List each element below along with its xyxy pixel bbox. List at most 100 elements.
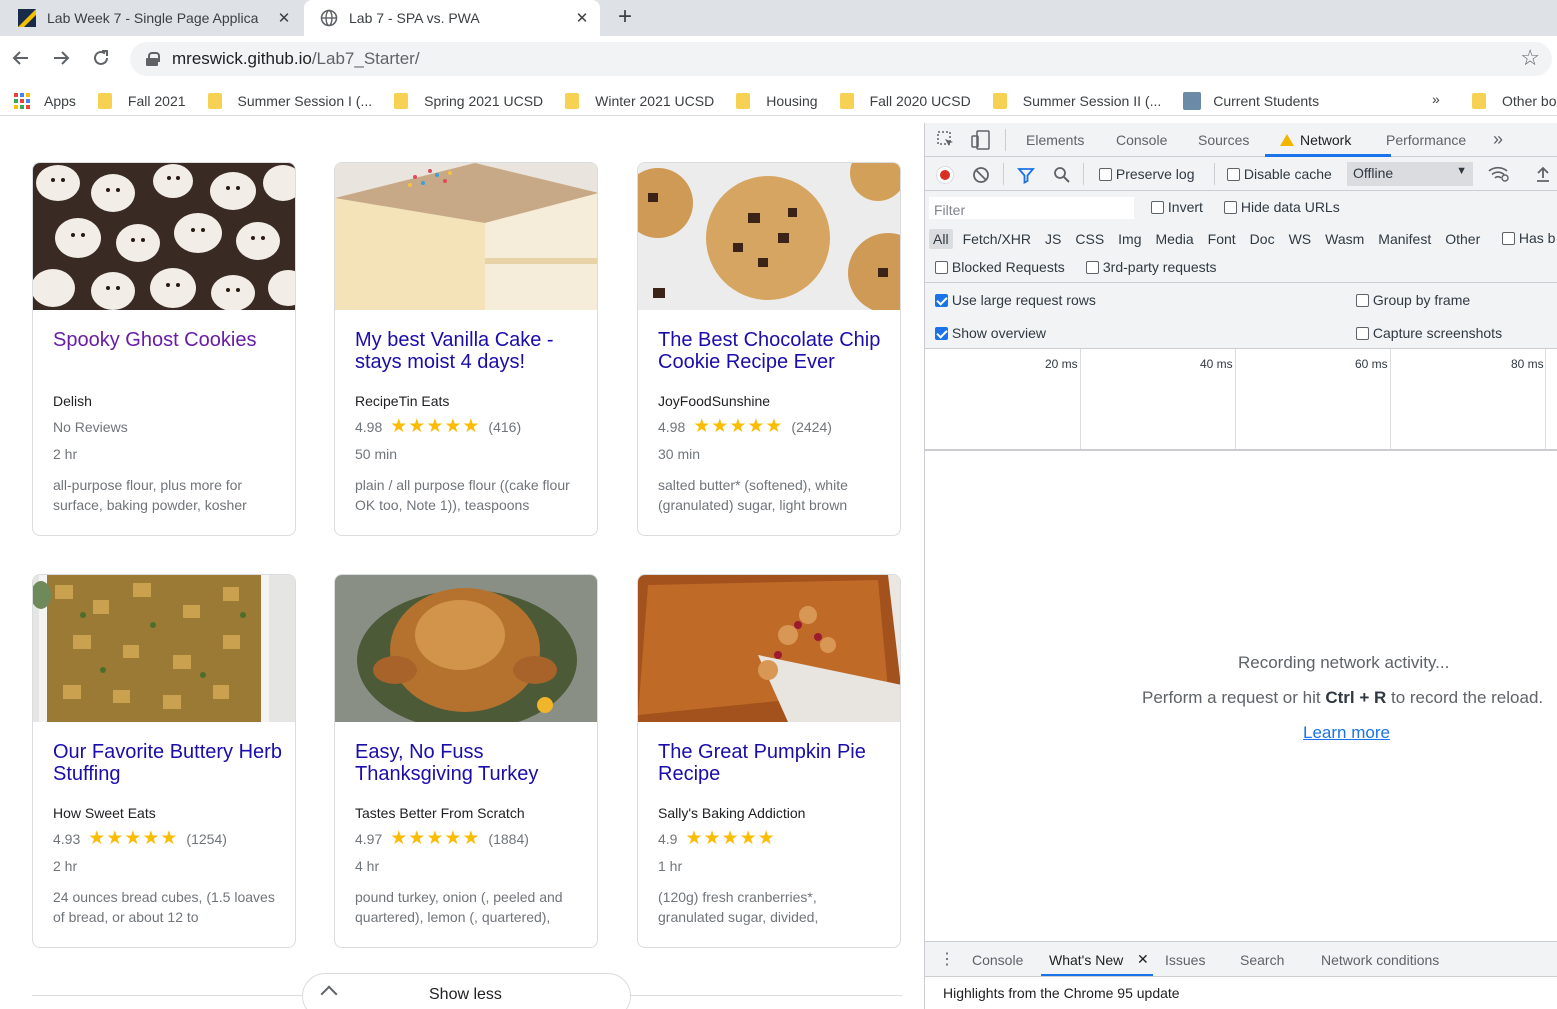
bookmark-label: Other bo bbox=[1502, 93, 1557, 109]
clear-icon[interactable] bbox=[972, 166, 990, 184]
type-filter-fetch-xhr[interactable]: Fetch/XHR bbox=[963, 231, 1031, 247]
recipe-ingredients: 24 ounces bread cubes, (1.5 loaves of br… bbox=[53, 889, 275, 925]
tab-elements[interactable]: Elements bbox=[1026, 132, 1084, 148]
learn-more-link[interactable]: Learn more bbox=[1303, 723, 1390, 743]
browser-tab-lab-7[interactable]: Lab 7 - SPA vs. PWA ✕ bbox=[304, 0, 600, 36]
show-less-button[interactable]: Show less bbox=[302, 973, 631, 1009]
disable-cache-checkbox[interactable]: Disable cache bbox=[1227, 166, 1332, 182]
type-filter-img[interactable]: Img bbox=[1118, 231, 1141, 247]
recipe-time: 4 hr bbox=[355, 858, 380, 874]
filter-funnel-icon[interactable] bbox=[1017, 166, 1035, 184]
more-tabs-icon[interactable]: » bbox=[1493, 129, 1503, 150]
bookmark-apps[interactable]: Apps bbox=[14, 92, 76, 109]
type-filter-js[interactable]: JS bbox=[1045, 231, 1061, 247]
preserve-log-checkbox[interactable]: Preserve log bbox=[1099, 166, 1194, 182]
network-conditions-icon[interactable] bbox=[1488, 165, 1510, 183]
type-filter-manifest[interactable]: Manifest bbox=[1378, 231, 1431, 247]
bookmark-housing[interactable]: Housing bbox=[736, 92, 818, 109]
recipe-card[interactable]: The Great Pumpkin Pie Recipe Sally's Bak… bbox=[637, 574, 901, 948]
type-filter-all[interactable]: All bbox=[929, 229, 953, 249]
recipe-card[interactable]: The Best Chocolate Chip Cookie Recipe Ev… bbox=[637, 162, 901, 536]
search-icon[interactable] bbox=[1053, 166, 1071, 184]
filter-input[interactable]: Filter bbox=[929, 197, 1134, 219]
type-filter-doc[interactable]: Doc bbox=[1250, 231, 1275, 247]
bookmark-other[interactable]: Other bo bbox=[1472, 93, 1556, 109]
large-rows-checkbox[interactable]: Use large request rows bbox=[935, 292, 1096, 308]
network-settings: Use large request rows Show overview Gro… bbox=[925, 283, 1557, 349]
has-blocked-cookies-checkbox[interactable]: Has b bbox=[1502, 230, 1555, 246]
tab-console[interactable]: Console bbox=[1116, 132, 1167, 148]
forward-arrow-icon[interactable] bbox=[50, 47, 72, 75]
folder-icon bbox=[565, 92, 580, 109]
divider bbox=[1083, 163, 1084, 185]
drawer-tab-search[interactable]: Search bbox=[1240, 952, 1284, 968]
network-overview[interactable]: 20 ms 40 ms 60 ms 80 ms bbox=[925, 349, 1557, 451]
hide-data-urls-checkbox[interactable]: Hide data URLs bbox=[1224, 199, 1340, 215]
lock-icon[interactable] bbox=[146, 52, 160, 66]
bookmark-fall-2021[interactable]: Fall 2021 bbox=[97, 92, 186, 109]
url-host: mreswick.github.io bbox=[172, 49, 312, 68]
type-filter-font[interactable]: Font bbox=[1208, 231, 1236, 247]
third-party-checkbox[interactable]: 3rd-party requests bbox=[1086, 259, 1217, 275]
bookmark-spring-2021[interactable]: Spring 2021 UCSD bbox=[394, 92, 543, 109]
inspect-element-icon[interactable] bbox=[937, 131, 955, 149]
bookmark-winter-2021[interactable]: Winter 2021 UCSD bbox=[565, 92, 714, 109]
recipe-title[interactable]: The Best Chocolate Chip Cookie Recipe Ev… bbox=[658, 329, 888, 373]
recipe-card[interactable]: Spooky Ghost Cookies Delish No Reviews 2… bbox=[32, 162, 296, 536]
recipe-title[interactable]: The Great Pumpkin Pie Recipe bbox=[658, 741, 888, 785]
back-arrow-icon[interactable] bbox=[10, 47, 32, 75]
invert-checkbox[interactable]: Invert bbox=[1151, 199, 1203, 215]
device-toolbar-icon[interactable] bbox=[971, 130, 991, 150]
address-bar[interactable]: mreswick.github.io/Lab7_Starter/ ☆ bbox=[130, 42, 1552, 76]
import-har-icon[interactable] bbox=[1535, 166, 1551, 182]
bookmarks-overflow-icon[interactable]: » bbox=[1432, 91, 1440, 107]
checkbox-box bbox=[1099, 168, 1112, 181]
drawer-tab-issues[interactable]: Issues bbox=[1165, 952, 1205, 968]
type-filter-css[interactable]: CSS bbox=[1075, 231, 1104, 247]
blocked-requests-checkbox[interactable]: Blocked Requests bbox=[935, 259, 1065, 275]
bookmark-label: Housing bbox=[766, 92, 818, 109]
browser-tab-title: Lab 7 - SPA vs. PWA bbox=[349, 10, 480, 26]
recipe-card[interactable]: My best Vanilla Cake - stays moist 4 day… bbox=[334, 162, 598, 536]
recipe-title[interactable]: Our Favorite Buttery Herb Stuffing bbox=[53, 741, 283, 785]
drawer-menu-icon[interactable]: ⋮ bbox=[939, 949, 955, 969]
reload-icon[interactable] bbox=[90, 47, 112, 75]
recipe-org: JoyFoodSunshine bbox=[658, 393, 771, 409]
close-icon[interactable]: ✕ bbox=[1137, 951, 1149, 968]
record-button[interactable] bbox=[936, 166, 954, 184]
recipe-thumbnail bbox=[33, 163, 295, 310]
close-tab-icon[interactable]: ✕ bbox=[276, 9, 292, 27]
capture-screenshots-checkbox[interactable]: Capture screenshots bbox=[1356, 325, 1502, 341]
recipe-title[interactable]: Easy, No Fuss Thanksgiving Turkey bbox=[355, 741, 585, 785]
throttling-select[interactable]: Offline ▼ bbox=[1347, 162, 1473, 186]
show-overview-label: Show overview bbox=[951, 325, 1047, 341]
checkbox-box bbox=[1356, 294, 1369, 307]
bookmark-summer-session-2[interactable]: Summer Session II (... bbox=[992, 92, 1161, 109]
bookmark-star-icon[interactable]: ☆ bbox=[1520, 45, 1540, 71]
type-filter-wasm[interactable]: Wasm bbox=[1325, 231, 1364, 247]
tab-sources[interactable]: Sources bbox=[1198, 132, 1249, 148]
browser-tab-lab-week-7[interactable]: Lab Week 7 - Single Page Applica ✕ bbox=[0, 0, 302, 36]
recipe-time: 30 min bbox=[658, 446, 701, 462]
drawer-tab-network-conditions[interactable]: Network conditions bbox=[1321, 952, 1439, 968]
recipe-card[interactable]: Easy, No Fuss Thanksgiving Turkey Tastes… bbox=[334, 574, 598, 948]
bookmark-fall-2020[interactable]: Fall 2020 UCSD bbox=[839, 92, 971, 109]
type-filter-other[interactable]: Other bbox=[1445, 231, 1480, 247]
type-filter-media[interactable]: Media bbox=[1156, 231, 1194, 247]
type-filter-ws[interactable]: WS bbox=[1289, 231, 1312, 247]
group-by-frame-checkbox[interactable]: Group by frame bbox=[1356, 292, 1470, 308]
drawer-tab-console[interactable]: Console bbox=[972, 952, 1023, 968]
bookmark-current-students[interactable]: Current Students bbox=[1183, 91, 1319, 110]
show-overview-checkbox[interactable]: Show overview bbox=[935, 325, 1046, 341]
tab-network[interactable]: Network bbox=[1280, 132, 1351, 148]
checkbox-box bbox=[935, 294, 948, 307]
new-tab-button[interactable]: + bbox=[618, 4, 632, 30]
capture-screenshots-label: Capture screenshots bbox=[1372, 325, 1503, 341]
recipe-title[interactable]: My best Vanilla Cake - stays moist 4 day… bbox=[355, 329, 585, 373]
recipe-card[interactable]: Our Favorite Buttery Herb Stuffing How S… bbox=[32, 574, 296, 948]
drawer-tab-whats-new[interactable]: What's New bbox=[1049, 952, 1123, 968]
close-tab-icon[interactable]: ✕ bbox=[574, 9, 590, 27]
recipe-title[interactable]: Spooky Ghost Cookies bbox=[53, 329, 283, 351]
tab-performance[interactable]: Performance bbox=[1386, 132, 1466, 148]
bookmark-summer-session-1[interactable]: Summer Session I (... bbox=[207, 92, 372, 109]
